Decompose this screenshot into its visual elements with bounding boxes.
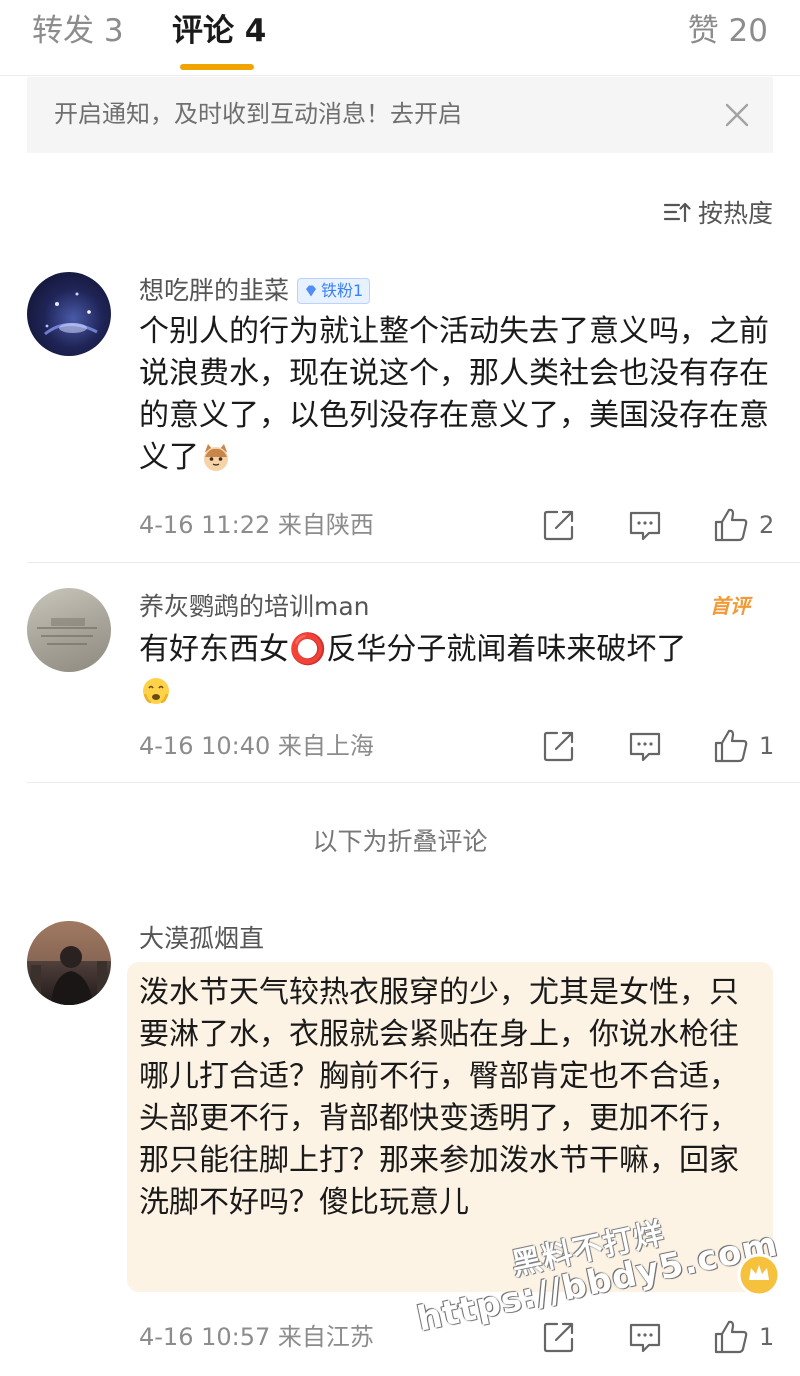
notification-banner: 开启通知，及时收到互动消息！去开启 bbox=[27, 77, 773, 153]
share-icon[interactable] bbox=[539, 726, 579, 766]
comment-meta: 4-16 10:40 来自上海 bbox=[139, 732, 374, 760]
comment-text: 个别人的行为就让整个活动失去了意义吗，之前说浪费水，现在说这个，那人类社会也没有… bbox=[139, 314, 769, 475]
comment-username[interactable]: 养灰鹦鹉的培训man bbox=[139, 589, 370, 625]
tab-comment[interactable]: 评论 4 bbox=[172, 10, 266, 52]
diamond-icon bbox=[306, 285, 317, 297]
share-icon[interactable] bbox=[539, 1317, 579, 1357]
fan-badge: 铁粉1 bbox=[297, 278, 371, 304]
comment-meta: 4-16 10:57 来自江苏 bbox=[139, 1323, 374, 1351]
share-icon[interactable] bbox=[539, 505, 579, 545]
watermark-badge-icon bbox=[737, 1253, 781, 1297]
comment-actions: 1 bbox=[493, 726, 775, 766]
comment-divider bbox=[27, 562, 800, 563]
active-tab-indicator bbox=[180, 64, 254, 70]
tab-likes[interactable]: 赞 20 bbox=[688, 10, 768, 52]
avatar[interactable] bbox=[27, 272, 111, 356]
like-count: 1 bbox=[759, 1323, 775, 1351]
like-count: 2 bbox=[759, 511, 775, 539]
like-icon[interactable] bbox=[711, 726, 751, 766]
close-icon[interactable] bbox=[717, 95, 757, 135]
sort-button[interactable]: 按热度 bbox=[662, 192, 773, 232]
comment-username[interactable]: 想吃胖的韭菜 铁粉1 bbox=[139, 273, 371, 309]
tab-repost[interactable]: 转发 3 bbox=[32, 10, 124, 52]
like-icon[interactable] bbox=[711, 505, 751, 545]
sort-label: 按热度 bbox=[697, 199, 773, 228]
cat-emoji-icon bbox=[204, 444, 228, 471]
comment-username[interactable]: 大漠孤烟直 bbox=[139, 921, 264, 957]
svg-text:首评: 首评 bbox=[710, 594, 753, 618]
comment-text: 泼水节天气较热衣服穿的少，尤其是女性，只要淋了水，衣服就会紧贴在身上，你说水枪往… bbox=[139, 975, 739, 1220]
reply-icon[interactable] bbox=[625, 505, 665, 545]
comment-divider bbox=[27, 782, 800, 783]
comment-meta: 4-16 11:22 来自陕西 bbox=[139, 511, 374, 539]
comment-tabs: 转发 3 评论 4 赞 20 bbox=[0, 0, 800, 76]
first-comment-tag: 首评 bbox=[710, 594, 753, 618]
comment-text: 有好东西女⭕反华分子就闻着味来破坏了 bbox=[139, 629, 779, 713]
folded-comments-label: 以下为折叠评论 bbox=[312, 827, 488, 856]
like-icon[interactable] bbox=[711, 1317, 751, 1357]
reply-icon[interactable] bbox=[625, 726, 665, 766]
comment-actions: 1 bbox=[493, 1317, 775, 1357]
avatar[interactable] bbox=[27, 588, 111, 672]
comment-actions: 2 bbox=[493, 505, 775, 545]
notification-text[interactable]: 开启通知，及时收到互动消息！去开启 bbox=[54, 95, 462, 133]
reply-icon[interactable] bbox=[625, 1317, 665, 1357]
avatar[interactable] bbox=[27, 921, 111, 1005]
like-count: 1 bbox=[759, 732, 775, 760]
sort-icon bbox=[663, 202, 691, 223]
crying-emoji-icon bbox=[143, 678, 169, 704]
